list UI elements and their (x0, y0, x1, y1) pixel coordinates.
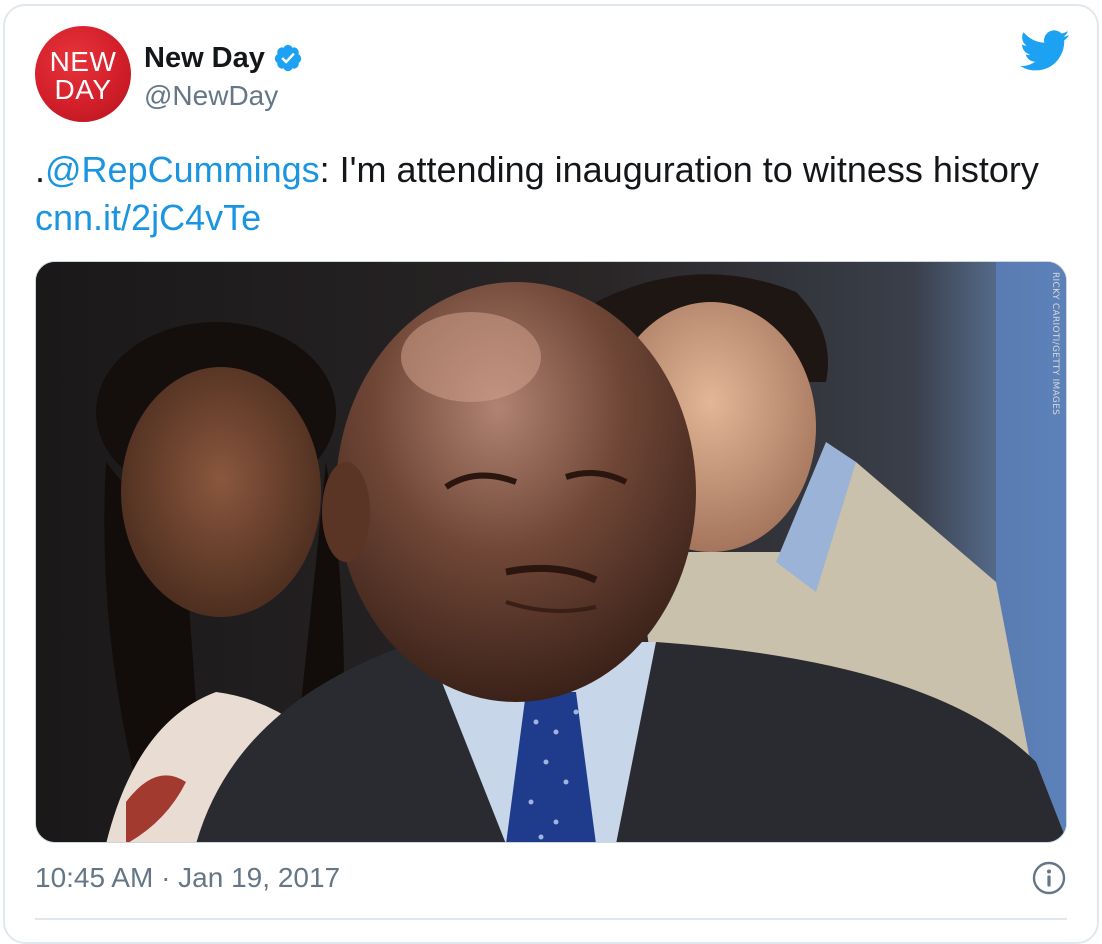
timestamp[interactable]: 10:45 AM · Jan 19, 2017 (35, 862, 340, 894)
display-name[interactable]: New Day (144, 42, 265, 75)
tweet-photo[interactable]: RICKY CARIOTI/GETTY IMAGES (35, 261, 1067, 843)
avatar-text-line1: NEW (49, 46, 117, 77)
avatar[interactable]: NEW DAY (35, 26, 131, 122)
tweet-text-prefix: . (35, 149, 46, 190)
verified-badge-icon (274, 44, 302, 72)
tweet-text: .@RepCummings: I'm attending inauguratio… (35, 146, 1065, 242)
author-name-row: New Day (144, 40, 303, 76)
photo-illustration (36, 262, 1066, 842)
handle[interactable]: @NewDay (144, 80, 278, 112)
info-icon[interactable] (1032, 861, 1066, 895)
mention-link[interactable]: @RepCummings (45, 149, 320, 190)
photo-credit: RICKY CARIOTI/GETTY IMAGES (1050, 272, 1060, 416)
twitter-bird-icon[interactable] (1020, 30, 1070, 72)
avatar-text-line2: DAY (54, 74, 112, 105)
tweet-text-body: : I'm attending inauguration to witness … (319, 149, 1039, 190)
url-link[interactable]: cnn.it/2jC4vTe (35, 197, 261, 238)
divider (35, 918, 1067, 920)
